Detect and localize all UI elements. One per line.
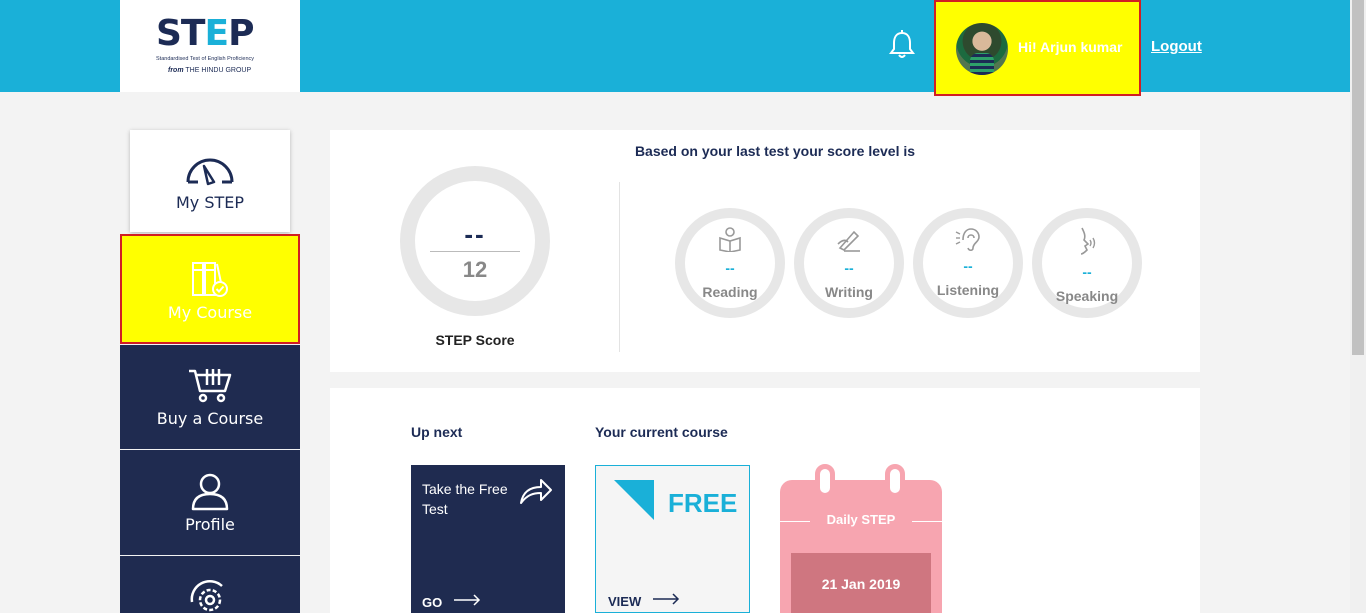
go-link[interactable]: GO	[422, 595, 442, 610]
score-title: Based on your last test your score level…	[634, 143, 916, 159]
sidebar-item-label: My Course	[167, 303, 253, 322]
skill-value: --	[725, 260, 735, 276]
skill-listening: -- Listening	[913, 208, 1023, 318]
logo-tagline: Standardised Test of English Proficiency	[156, 56, 255, 62]
daily-step-calendar[interactable]: Daily STEP 21 Jan 2019	[780, 464, 942, 613]
free-test-tile[interactable]: Take the Free Test GO	[411, 465, 565, 613]
logo-from: from THE HINDU GROUP	[168, 67, 252, 74]
step-score-value: --	[464, 219, 486, 249]
sidebar-item-buy-course[interactable]: Buy a Course	[120, 345, 300, 449]
calendar-ring	[815, 464, 835, 498]
sidebar-item-label: My STEP	[175, 193, 245, 212]
step-score-label: STEP Score	[435, 332, 515, 348]
sidebar-item-my-step[interactable]: My STEP	[130, 130, 290, 232]
step-logo[interactable]: STEP Standardised Test of English Profic…	[120, 0, 300, 92]
reading-icon	[719, 227, 741, 252]
sidebar-item-profile[interactable]: Profile	[120, 450, 300, 555]
sidebar-item-label: Buy a Course	[156, 409, 264, 428]
skill-label: Listening	[936, 282, 1000, 298]
skill-value: --	[1082, 264, 1092, 280]
skill-value: --	[844, 260, 854, 276]
free-test-text: Take the Free Test	[422, 481, 508, 517]
free-badge: FREE	[668, 488, 738, 518]
score-divider	[430, 251, 520, 252]
calendar-ring	[885, 464, 905, 498]
scrollbar-thumb[interactable]	[1352, 0, 1364, 355]
writing-icon	[837, 230, 860, 252]
speedometer-icon	[186, 158, 234, 186]
view-link[interactable]: VIEW	[608, 594, 641, 609]
up-next-heading: Up next	[411, 424, 463, 440]
current-course-tile[interactable]: FREE VIEW	[595, 465, 750, 613]
daily-step-date: 21 Jan 2019	[791, 553, 931, 613]
step-score-ring: -- 12	[400, 166, 550, 316]
avatar[interactable]	[956, 23, 1008, 75]
step-score-max: 12	[462, 257, 488, 282]
skill-value: --	[963, 258, 973, 274]
arrow-right-icon	[454, 594, 481, 606]
sidebar-item-label: Profile	[185, 515, 235, 534]
sidebar-item-my-course[interactable]: My Course	[120, 234, 300, 344]
arrow-right-icon	[653, 593, 680, 605]
skill-label: Reading	[702, 284, 758, 300]
logo-wordmark: STEP	[156, 13, 254, 54]
skill-label: Speaking	[1055, 288, 1119, 304]
corner-triangle-icon	[614, 480, 654, 520]
ear-icon	[955, 228, 980, 252]
score-card: Based on your last test your score level…	[330, 130, 1200, 372]
user-icon	[191, 473, 229, 511]
skill-speaking: -- Speaking	[1032, 208, 1142, 318]
skill-writing: -- Writing	[794, 208, 904, 318]
current-course-heading: Your current course	[595, 424, 728, 440]
greeting-text: Hi! Arjun kumar	[1018, 39, 1123, 55]
skill-reading: -- Reading	[675, 208, 785, 318]
vertical-divider	[619, 182, 620, 352]
share-arrow-icon	[520, 479, 552, 504]
speaking-icon	[1080, 227, 1096, 255]
user-menu[interactable]: Hi! Arjun kumar	[934, 0, 1141, 96]
skill-label: Writing	[825, 284, 873, 300]
cart-icon	[189, 369, 232, 403]
bell-icon[interactable]	[889, 30, 915, 60]
books-check-icon	[192, 262, 228, 297]
gear-icon	[190, 579, 223, 612]
daily-step-title: Daily STEP	[826, 512, 896, 527]
sidebar-item-settings[interactable]	[120, 556, 300, 613]
course-card: Up next Your current course Take the Fre…	[330, 388, 1200, 613]
logout-link[interactable]: Logout	[1151, 38, 1202, 55]
